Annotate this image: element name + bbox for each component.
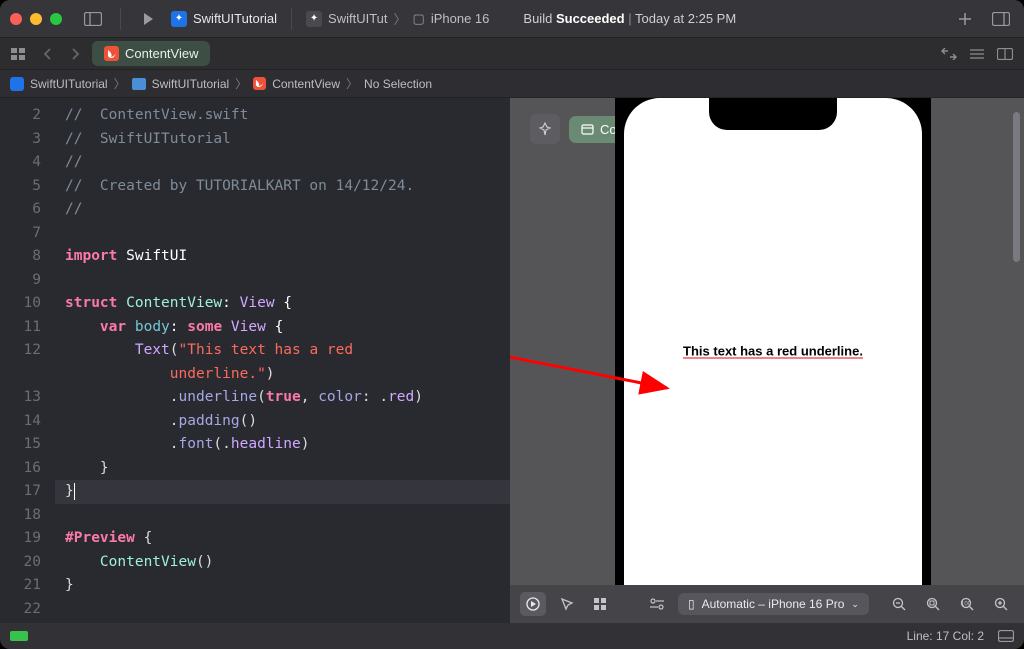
nav-back-button[interactable] — [36, 43, 58, 65]
canvas-area[interactable]: ContentView This text has a red underlin… — [510, 98, 1024, 585]
divider — [120, 8, 121, 30]
scheme-project-name: SwiftUITutorial — [193, 11, 277, 26]
zoom-fit-button[interactable] — [920, 592, 946, 616]
nav-forward-button[interactable] — [64, 43, 86, 65]
scheme-device-label: iPhone 16 — [431, 11, 490, 26]
adjust-editor-button[interactable] — [966, 43, 988, 65]
jump-bar[interactable]: SwiftUITutorial 〉 SwiftUITutorial 〉 Cont… — [0, 70, 1024, 98]
bc-folder: SwiftUITutorial — [152, 77, 230, 91]
zoom-out-button[interactable] — [886, 592, 912, 616]
scheme-selector[interactable]: ✦ SwiftUITutorial — [171, 11, 277, 27]
toggle-navigator-button[interactable] — [80, 7, 106, 31]
selectable-preview-button[interactable] — [554, 592, 580, 616]
folder-icon — [132, 78, 146, 90]
close-window-button[interactable] — [10, 13, 22, 25]
toggle-inspector-button[interactable] — [988, 7, 1014, 31]
preview-rendered-text: This text has a red underline. — [683, 344, 863, 359]
fullscreen-window-button[interactable] — [50, 13, 62, 25]
chevron-right-icon: 〉 — [235, 75, 247, 92]
bc-selection: No Selection — [364, 77, 432, 91]
app-icon: ✦ — [306, 11, 322, 27]
library-button[interactable] — [952, 7, 978, 31]
add-editor-button[interactable] — [994, 43, 1016, 65]
project-icon — [10, 77, 24, 91]
xcode-window: ✦ SwiftUITutorial ✦ SwiftUITut 〉 ▢ iPhon… — [0, 0, 1024, 649]
app-icon: ✦ — [171, 11, 187, 27]
build-label: Build — [523, 11, 552, 26]
phone-icon: ▯ — [688, 597, 695, 611]
cursor-position: Line: 17 Col: 2 — [907, 629, 984, 643]
struct-icon — [581, 123, 594, 136]
canvas-scrollbar[interactable] — [1013, 112, 1020, 262]
related-items-button[interactable] — [8, 43, 30, 65]
chevron-right-icon: 〉 — [114, 75, 126, 92]
code-content[interactable]: // ContentView.swift// SwiftUITutorial//… — [55, 98, 423, 623]
phone-frame: This text has a red underline. — [615, 98, 931, 585]
editor-tabbar: ContentView — [0, 38, 1024, 70]
editor-tab-label: ContentView — [125, 46, 198, 61]
pin-preview-button[interactable] — [530, 114, 560, 144]
minimize-window-button[interactable] — [30, 13, 42, 25]
device-icon: ▢ — [413, 11, 425, 27]
device-picker-label: Automatic – iPhone 16 Pro — [702, 597, 845, 611]
canvas-preview: ContentView This text has a red underlin… — [510, 98, 1024, 623]
editor-split: 23456789101112 13141516171819202122 // C… — [0, 98, 1024, 623]
build-result: Succeeded — [556, 11, 625, 26]
chevron-right-icon: 〉 — [394, 9, 407, 28]
zoom-in-button[interactable] — [988, 592, 1014, 616]
chevron-down-icon: ⌄ — [851, 599, 859, 610]
zoom-actual-button[interactable]: 100 — [954, 592, 980, 616]
titlebar: ✦ SwiftUITutorial ✦ SwiftUITut 〉 ▢ iPhon… — [0, 0, 1024, 38]
notch — [709, 98, 837, 130]
status-indicator[interactable] — [10, 631, 28, 641]
build-time: Today at 2:25 PM — [635, 11, 736, 26]
chevron-right-icon: 〉 — [346, 75, 358, 92]
canvas-toolbar: ▯ Automatic – iPhone 16 Pro ⌄ 100 — [510, 585, 1024, 623]
traffic-lights — [10, 13, 62, 25]
code-editor[interactable]: 23456789101112 13141516171819202122 // C… — [0, 98, 510, 623]
gutter: 23456789101112 13141516171819202122 — [0, 98, 55, 623]
editor-tab[interactable]: ContentView — [92, 41, 210, 66]
sync-scroll-button[interactable] — [938, 43, 960, 65]
phone-screen: This text has a red underline. — [624, 98, 922, 585]
variants-button[interactable] — [588, 592, 614, 616]
swift-icon — [253, 77, 266, 90]
statusbar: Line: 17 Col: 2 — [0, 623, 1024, 649]
device-settings-button[interactable] — [644, 592, 670, 616]
scheme-target-label: SwiftUITut — [328, 11, 387, 26]
device-picker[interactable]: ▯ Automatic – iPhone 16 Pro ⌄ — [678, 593, 869, 615]
divider — [291, 8, 292, 30]
bc-project: SwiftUITutorial — [30, 77, 108, 91]
swift-icon — [104, 46, 119, 61]
outline-toggle-icon[interactable] — [998, 630, 1014, 642]
bc-file: ContentView — [272, 77, 340, 91]
live-preview-button[interactable] — [520, 592, 546, 616]
build-status: Build Succeeded | Today at 2:25 PM — [523, 11, 736, 26]
scheme-target[interactable]: ✦ SwiftUITut 〉 ▢ iPhone 16 — [306, 9, 489, 28]
run-button[interactable] — [135, 7, 161, 31]
